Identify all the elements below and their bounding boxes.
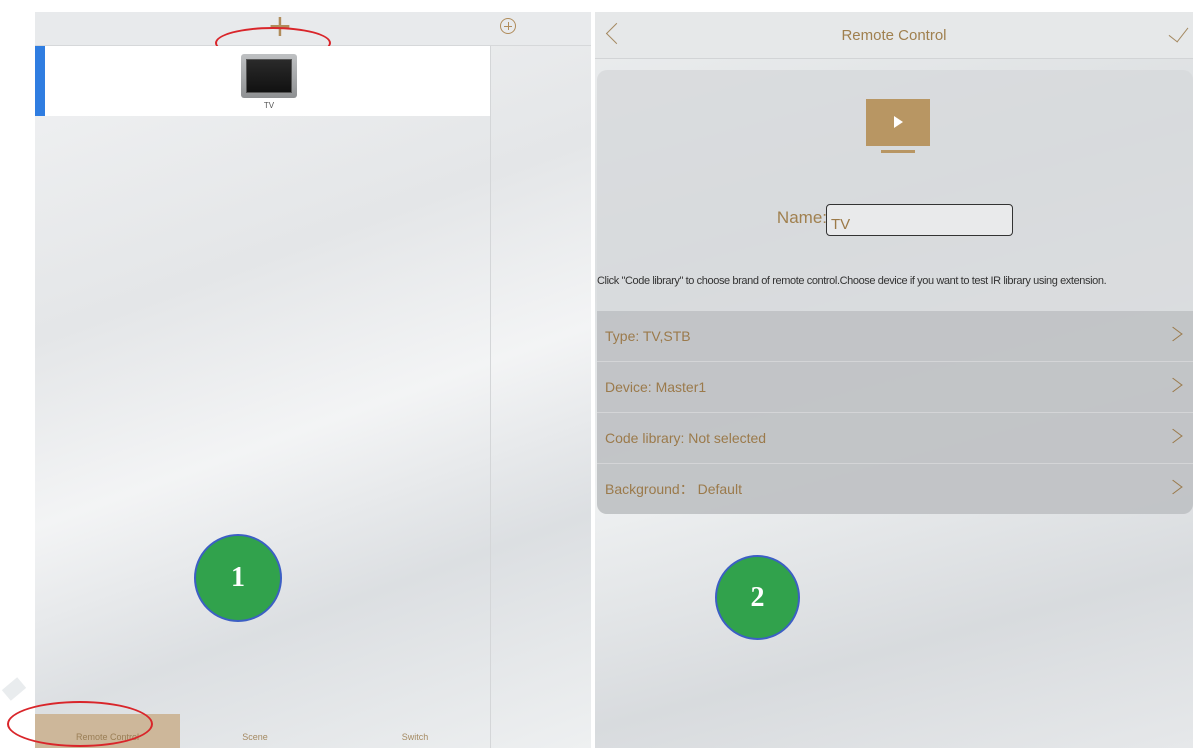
chevron-right-icon [1163, 428, 1183, 444]
background-row[interactable]: Background： Default [597, 464, 1193, 514]
selection-indicator [35, 46, 45, 116]
device-label: TV [263, 101, 275, 110]
type-row[interactable]: Type: TV,STB [597, 311, 1193, 362]
device-list-item-tv[interactable]: TV [35, 46, 490, 116]
back-arrow-icon[interactable] [601, 20, 621, 50]
annotation-oval-remote-control [7, 701, 153, 747]
checkmark-icon[interactable] [1167, 22, 1191, 46]
row-label: Type: TV,STB [605, 328, 691, 344]
circle-add-icon[interactable] [500, 18, 516, 34]
panel-divider [490, 46, 491, 748]
step-badge-2: 2 [715, 555, 800, 640]
tv-stand [881, 150, 915, 153]
chevron-right-icon [1163, 479, 1183, 495]
top-bar: Remote Control [595, 12, 1193, 59]
tab-scene[interactable]: Scene [210, 714, 300, 748]
tab-switch[interactable]: Switch [370, 714, 460, 748]
chevron-right-icon [1163, 377, 1183, 393]
chevron-right-icon [1163, 326, 1183, 342]
name-field[interactable] [826, 204, 1013, 236]
device-row[interactable]: Device: Master1 [597, 362, 1193, 413]
remote-control-edit-screen: Remote Control Name: Click "Code library… [595, 12, 1193, 748]
device-list-screen: + TV 1 Remote Control Scene Switch [35, 12, 591, 748]
code-library-row[interactable]: Code library: Not selected [597, 413, 1193, 464]
row-label: Background： Default [605, 481, 742, 497]
settings-card: Name: Click "Code library" to choose bra… [597, 70, 1193, 514]
page-title: Remote Control [841, 27, 947, 44]
settings-list: Type: TV,STB Device: Master1 Code librar… [597, 311, 1193, 514]
instruction-text: Click "Code library" to choose brand of … [597, 275, 1107, 287]
row-label: Device: Master1 [605, 379, 707, 395]
page-corner-mark [1, 677, 27, 701]
step-badge-1: 1 [194, 534, 282, 622]
row-label: Code library: Not selected [605, 430, 767, 446]
name-label: Name: [776, 208, 827, 227]
tv-icon [241, 54, 297, 98]
play-tv-icon [866, 99, 930, 146]
